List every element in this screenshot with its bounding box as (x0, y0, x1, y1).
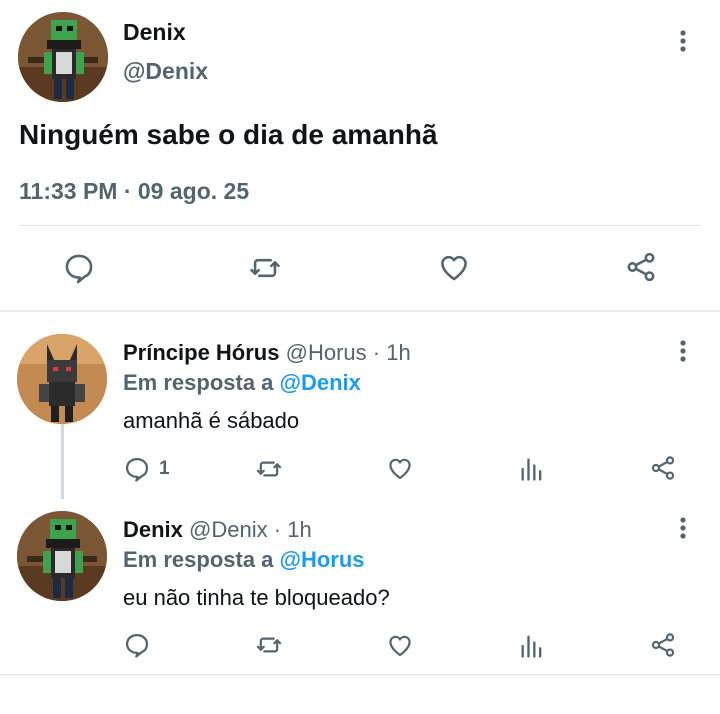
reply-more-button[interactable] (671, 513, 695, 543)
views-icon (521, 635, 542, 658)
reply-views-button[interactable] (518, 455, 546, 483)
reply-mention-link[interactable]: @Denix (280, 370, 361, 395)
reply-like-button[interactable] (386, 631, 414, 659)
reply-like-button[interactable] (386, 454, 414, 482)
main-tweet-text: Ninguém sabe o dia de amanhã (19, 119, 438, 150)
reply-author-handle[interactable]: @Denix (189, 517, 268, 542)
reply-count: 1 (159, 458, 170, 479)
main-author-handle[interactable]: @Denix (123, 58, 208, 85)
main-tweet: Denix @Denix Ninguém sabe o dia de amanh… (0, 0, 720, 312)
heart-icon (389, 458, 411, 480)
retweet-icon (250, 258, 280, 278)
share-icon (627, 252, 655, 282)
reply-prefix: Em resposta a (123, 547, 274, 572)
reply-author-name[interactable]: Denix (123, 517, 183, 542)
more-vertical-icon (680, 30, 686, 52)
heart-icon (441, 255, 467, 281)
heart-icon (389, 635, 411, 657)
reply-author-name[interactable]: Príncipe Hórus (123, 340, 279, 365)
reply-reply-button[interactable]: 1 (123, 455, 170, 483)
reply-share-button[interactable] (649, 631, 677, 659)
denix-avatar[interactable] (17, 511, 107, 601)
reply-prefix: Em resposta a (123, 370, 274, 395)
main-share-button[interactable] (624, 250, 658, 284)
main-more-button[interactable] (671, 26, 695, 56)
main-like-button[interactable] (437, 250, 471, 284)
reply-author-handle[interactable]: @Horus (286, 340, 367, 365)
horus-avatar[interactable] (17, 334, 107, 424)
denix-avatar-image (17, 511, 107, 601)
reply-share-button[interactable] (649, 454, 677, 482)
reply-tweet: Denix @Denix · 1h Em resposta a @Horus e… (0, 492, 720, 674)
reply-text: amanhã é sábado (123, 408, 300, 433)
main-tweet-timestamp[interactable]: 11:33 PM · 09 ago. 25 (19, 178, 249, 205)
reply-views-button[interactable] (518, 632, 546, 660)
retweet-icon (256, 637, 282, 653)
reply-age: · 1h (273, 517, 312, 542)
reply-header: Denix @Denix · 1h (123, 517, 312, 543)
more-vertical-icon (680, 340, 686, 362)
main-author-name[interactable]: Denix (123, 19, 186, 46)
reply-retweet-button[interactable] (254, 631, 284, 659)
reply-header: Príncipe Hórus @Horus · 1h (123, 340, 411, 366)
denix-avatar-image (18, 12, 108, 102)
reply-reply-button[interactable] (123, 631, 151, 659)
reply-retweet-button[interactable] (254, 455, 284, 483)
horus-avatar-image (17, 334, 107, 424)
reply-icon (125, 633, 149, 658)
main-retweet-button[interactable] (247, 251, 283, 285)
denix-avatar[interactable] (18, 12, 108, 102)
bottom-divider (0, 674, 720, 675)
reply-icon (65, 254, 93, 284)
main-reply-button[interactable] (62, 251, 96, 285)
reply-tweet: Príncipe Hórus @Horus · 1h Em resposta a… (0, 312, 720, 499)
reply-more-button[interactable] (671, 336, 695, 366)
more-vertical-icon (680, 517, 686, 539)
main-action-bar (0, 226, 720, 310)
retweet-icon (256, 461, 282, 477)
share-icon (651, 456, 675, 480)
share-icon (651, 633, 675, 657)
views-icon (521, 458, 542, 481)
reply-mention-link[interactable]: @Horus (280, 547, 365, 572)
reply-text: eu não tinha te bloqueado? (123, 585, 390, 610)
reply-age: · 1h (372, 340, 411, 365)
reply-icon (125, 457, 149, 482)
reply-context: Em resposta a @Horus (123, 547, 365, 573)
reply-context: Em resposta a @Denix (123, 370, 361, 396)
thread-connector (61, 423, 64, 499)
